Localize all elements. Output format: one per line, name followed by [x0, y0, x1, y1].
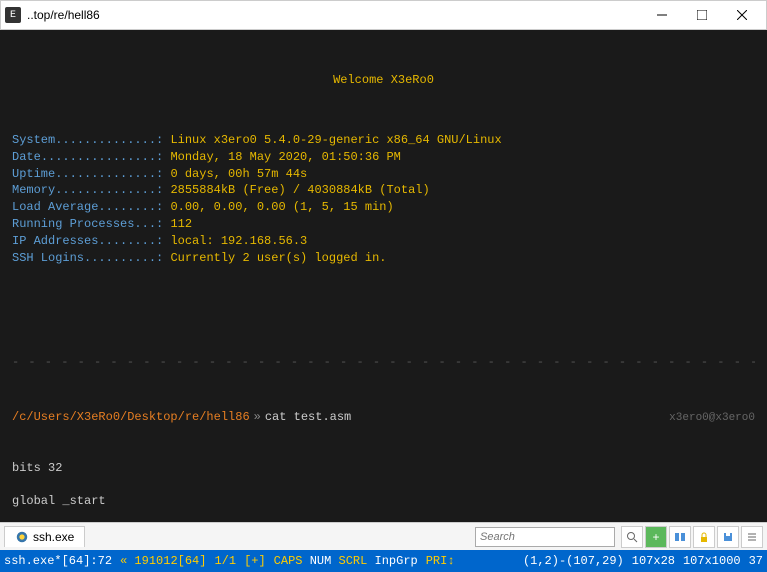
prompt-arrow: » [254, 409, 261, 426]
info-value: Linux x3ero0 5.4.0-29-generic x86_64 GNU… [170, 132, 501, 149]
status-plus: [+] [244, 554, 266, 568]
statusbar: ssh.exe*[64]:72 « 191012[64] 1/1 [+] CAP… [0, 550, 767, 572]
search-button[interactable] [621, 526, 643, 548]
info-value: Currently 2 user(s) logged in. [170, 250, 386, 267]
info-dots: ........: [98, 233, 170, 250]
welcome-text: Welcome X3eRo0 [12, 72, 755, 89]
menu-icon[interactable] [741, 526, 763, 548]
columns-icon[interactable] [669, 526, 691, 548]
status-inp: InpGrp [375, 554, 418, 568]
prompt-line: /c/Users/X3eRo0/Desktop/re/hell86 » cat … [12, 409, 755, 426]
status-pri: PRI↕ [426, 554, 455, 568]
info-label: Uptime [12, 166, 55, 183]
sysinfo-row: Uptime..............: 0 days, 00h 57m 44… [12, 166, 755, 183]
prompt-path: /c/Users/X3eRo0/Desktop/re/hell86 [12, 409, 250, 426]
info-dots: ..............: [55, 182, 170, 199]
info-value: Monday, 18 May 2020, 01:50:36 PM [170, 149, 400, 166]
info-dots: ..............: [55, 166, 170, 183]
info-label: Load Average [12, 199, 98, 216]
prompt-user: x3ero0@x3ero0 [669, 411, 755, 426]
info-label: SSH Logins [12, 250, 84, 267]
info-label: Date [12, 149, 41, 166]
titlebar: E ..top/re/hell86 [0, 0, 767, 30]
status-scrl: SCRL [339, 554, 368, 568]
sysinfo-row: Load Average........: 0.00, 0.00, 0.00 (… [12, 199, 755, 216]
sysinfo-row: Running Processes...: 112 [12, 216, 755, 233]
sysinfo-row: Memory..............: 2855884kB (Free) /… [12, 182, 755, 199]
status-pos: (1,2)-(107,29) [523, 554, 624, 568]
prompt-command: cat test.asm [265, 409, 351, 426]
window-title: ..top/re/hell86 [27, 8, 642, 22]
status-end: 37 [749, 554, 763, 568]
window-controls [642, 1, 762, 29]
status-rec: « 191012[64] [120, 554, 206, 568]
status-ratio: 1/1 [214, 554, 236, 568]
info-dots: ..............: [55, 132, 170, 149]
info-label: IP Addresses [12, 233, 98, 250]
lock-icon[interactable] [693, 526, 715, 548]
divider: - - - - - - - - - - - - - - - - - - - - … [12, 354, 755, 371]
sysinfo-row: Date................: Monday, 18 May 202… [12, 149, 755, 166]
code-line [12, 477, 755, 494]
info-value: 0 days, 00h 57m 44s [170, 166, 307, 183]
info-value: 2855884kB (Free) / 4030884kB (Total) [170, 182, 429, 199]
info-dots: ...: [134, 216, 170, 233]
terminal-output[interactable]: Welcome X3eRo0 System..............: Lin… [0, 30, 767, 522]
tab-ssh[interactable]: ssh.exe [4, 526, 85, 547]
status-file: ssh.exe*[64]:72 [4, 554, 112, 568]
info-dots: ................: [41, 149, 171, 166]
code-line [12, 510, 755, 522]
save-icon[interactable] [717, 526, 739, 548]
status-caps: CAPS [274, 554, 303, 568]
sysinfo-row: IP Addresses........: local: 192.168.56.… [12, 233, 755, 250]
info-label: System [12, 132, 55, 149]
maximize-button[interactable] [682, 1, 722, 29]
status-size: 107x28 [632, 554, 675, 568]
toolbar: ssh.exe + [0, 522, 767, 550]
blank-line [12, 300, 755, 317]
minimize-button[interactable] [642, 1, 682, 29]
info-value: local: 192.168.56.3 [170, 233, 307, 250]
add-button[interactable]: + [645, 526, 667, 548]
close-button[interactable] [722, 1, 762, 29]
info-label: Running Processes [12, 216, 134, 233]
tab-label: ssh.exe [33, 530, 74, 544]
info-value: 112 [170, 216, 192, 233]
python-icon [15, 530, 29, 544]
info-dots: ..........: [84, 250, 170, 267]
sysinfo-row: SSH Logins..........: Currently 2 user(s… [12, 250, 755, 267]
sysinfo-row: System..............: Linux x3ero0 5.4.0… [12, 132, 755, 149]
code-line: bits 32 [12, 460, 755, 477]
search-input[interactable] [475, 527, 615, 547]
status-num: NUM [310, 554, 332, 568]
info-value: 0.00, 0.00, 0.00 (1, 5, 15 min) [170, 199, 393, 216]
info-dots: ........: [98, 199, 170, 216]
code-line: global _start [12, 493, 755, 510]
info-label: Memory [12, 182, 55, 199]
status-total: 107x1000 [683, 554, 741, 568]
app-icon: E [5, 7, 21, 23]
